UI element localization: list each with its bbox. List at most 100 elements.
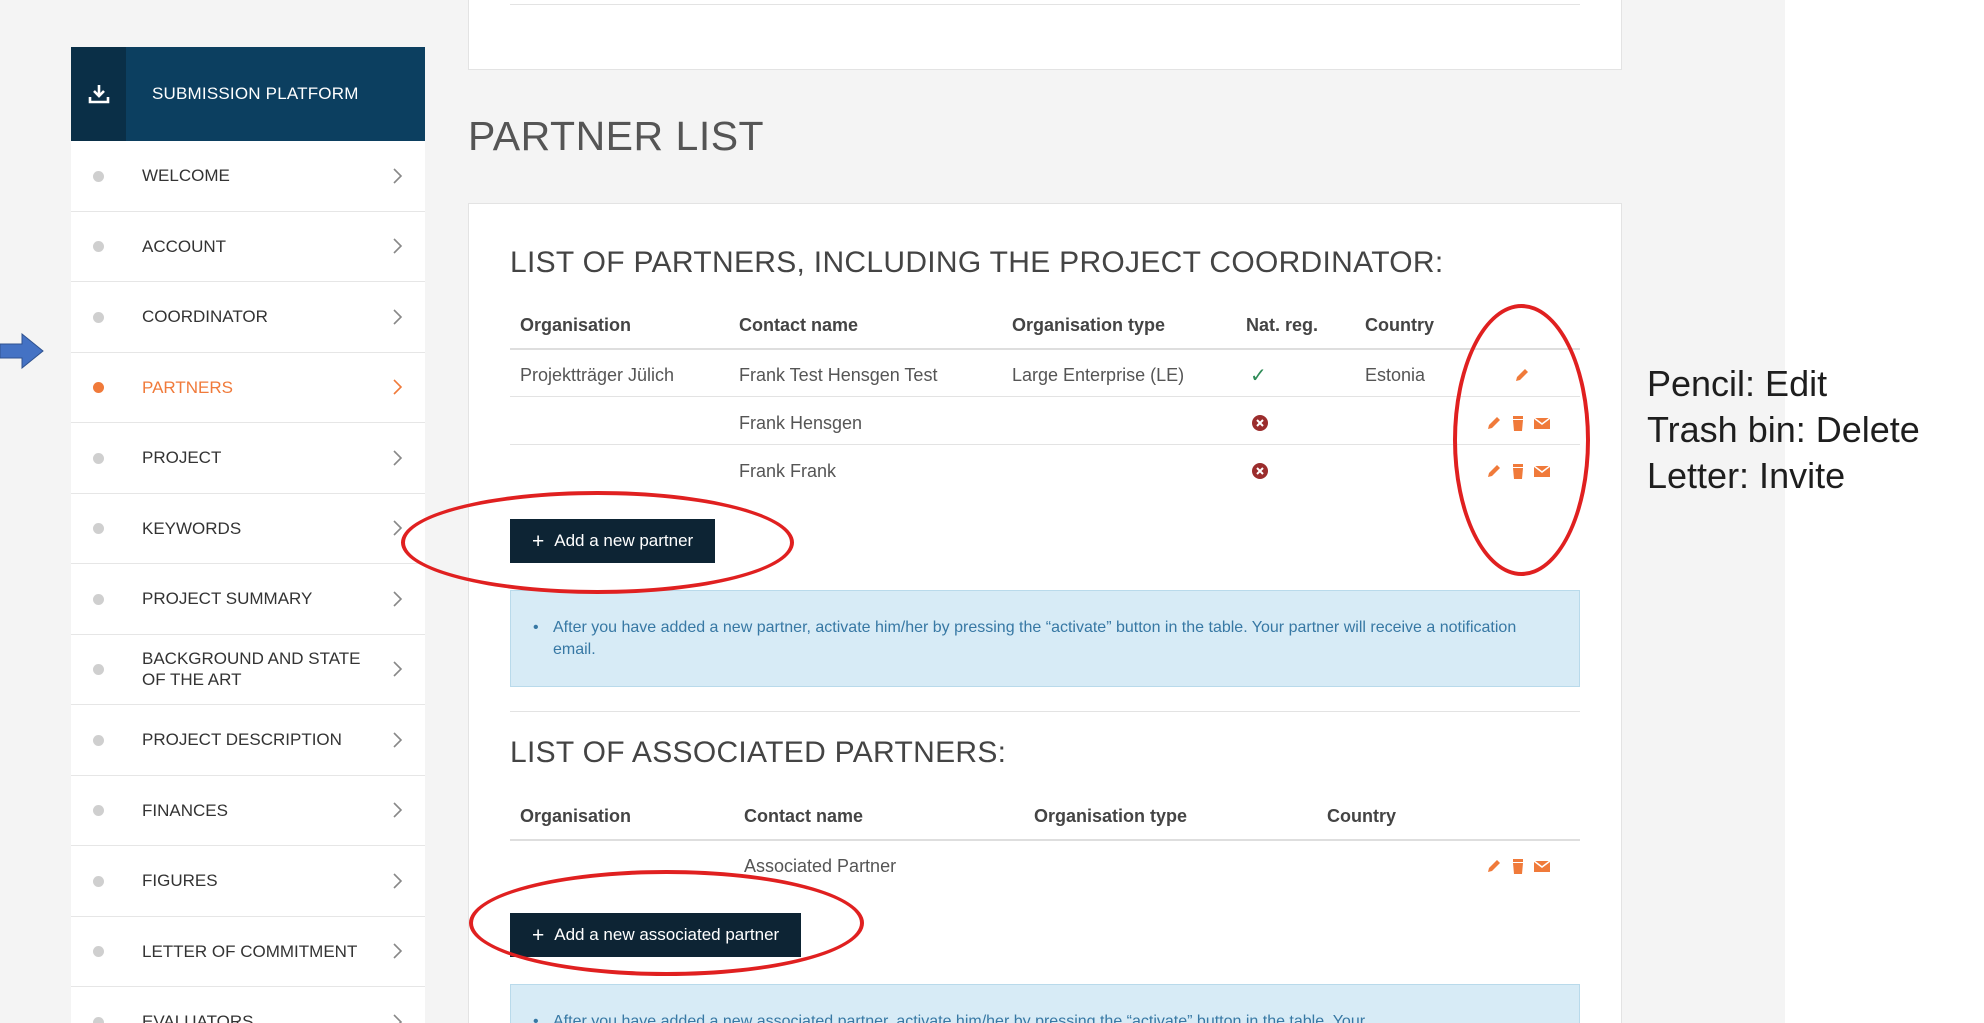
status-dot — [93, 593, 104, 605]
sidebar-item-project-summary[interactable]: PROJECT SUMMARY — [71, 564, 425, 635]
partners-info-box: • After you have added a new partner, ac… — [510, 590, 1580, 687]
status-dot — [93, 523, 104, 535]
pencil-icon[interactable] — [1485, 414, 1503, 432]
sidebar-item-project[interactable]: PROJECT — [71, 423, 425, 494]
sidebar-item-label: PROJECT SUMMARY — [142, 589, 313, 609]
add-partner-button[interactable]: + Add a new partner — [510, 519, 716, 563]
envelope-icon[interactable] — [1533, 857, 1551, 875]
sidebar-header: SUBMISSION PLATFORM — [71, 47, 425, 141]
legend-line: Pencil: Edit — [1647, 363, 1828, 404]
sidebar-item-welcome[interactable]: WELCOME — [71, 141, 425, 212]
icon-legend: Pencil: Edit Trash bin: Delete Letter: I… — [1647, 361, 1920, 499]
chevron-right-icon — [393, 661, 403, 677]
status-dot — [93, 311, 104, 323]
sidebar-item-label: COORDINATOR — [142, 307, 268, 327]
sidebar-item-label: PROJECT — [142, 448, 222, 468]
check-icon: ✓ — [1250, 365, 1267, 387]
sidebar-item-label: KEYWORDS — [142, 518, 242, 538]
sidebar-title: SUBMISSION PLATFORM — [152, 84, 359, 103]
chevron-right-icon — [393, 1014, 403, 1023]
partners-section-title: LIST OF PARTNERS, INCLUDING THE PROJECT … — [510, 246, 1444, 279]
associated-section-title: LIST OF ASSOCIATED PARTNERS: — [510, 736, 1007, 769]
sidebar-item-label: WELCOME — [142, 166, 230, 186]
chevron-right-icon — [393, 168, 403, 184]
associated-info-box: • After you have added a new associated … — [510, 984, 1580, 1023]
arrow-right-icon — [0, 333, 44, 369]
partner-list-card: LIST OF PARTNERS, INCLUDING THE PROJECT … — [468, 203, 1622, 1023]
chevron-right-icon — [393, 591, 403, 607]
sidebar-item-label: BACKGROUND AND STATE OF THE ART — [142, 649, 361, 690]
sidebar-item-partners[interactable]: PARTNERS — [71, 353, 425, 423]
sidebar-item-label: PARTNERS — [142, 377, 234, 397]
sidebar-item-account[interactable]: ACCOUNT — [71, 212, 425, 282]
plus-icon: + — [532, 529, 545, 553]
trash-icon[interactable] — [1509, 462, 1527, 480]
column-header-contact-name: Contact name — [744, 806, 864, 826]
status-dot — [93, 946, 104, 958]
column-header-organisation: Organisation — [520, 315, 632, 335]
sidebar-item-background-and-state-of-the-art[interactable]: BACKGROUND AND STATE OF THE ART — [71, 635, 425, 705]
column-header-nat-reg: Nat. reg. — [1246, 315, 1319, 335]
chevron-right-icon — [393, 379, 403, 395]
column-header-organisation-type: Organisation type — [1034, 806, 1188, 826]
column-header-organisation: Organisation — [520, 806, 632, 826]
column-header-country: Country — [1365, 315, 1434, 335]
envelope-icon[interactable] — [1533, 462, 1551, 480]
chevron-right-icon — [393, 309, 403, 325]
chevron-right-icon — [393, 802, 403, 818]
sidebar-item-label: LETTER OF COMMITMENT — [142, 941, 358, 961]
pencil-icon[interactable] — [1485, 462, 1503, 480]
sidebar-item-coordinator[interactable]: COORDINATOR — [71, 282, 425, 353]
sidebar-item-label: ACCOUNT — [142, 236, 227, 256]
sidebar-item-label: FINANCES — [142, 800, 228, 820]
add-partner-label: Add a new partner — [554, 531, 694, 550]
plus-icon: + — [532, 923, 545, 947]
status-dot — [93, 382, 104, 394]
page-title: PARTNER LIST — [468, 113, 765, 159]
column-header-organisation-type: Organisation type — [1012, 315, 1166, 335]
associated-info-text: After you have added a new associated pa… — [553, 1013, 1366, 1023]
sidebar-item-label: PROJECT DESCRIPTION — [142, 730, 342, 750]
sidebar: SUBMISSION PLATFORM WELCOME ACCOUNT COORDI… — [71, 47, 425, 1023]
cell-contact-name: Associated Partner — [744, 856, 897, 876]
sidebar-item-letter-of-commitment[interactable]: LETTER OF COMMITMENT — [71, 917, 425, 987]
chevron-right-icon — [393, 943, 403, 959]
download-icon — [71, 47, 126, 141]
sidebar-item-project-description[interactable]: PROJECT DESCRIPTION — [71, 705, 425, 776]
chevron-right-icon — [393, 732, 403, 748]
status-dot — [93, 664, 104, 676]
pencil-icon[interactable] — [1485, 857, 1503, 875]
chevron-right-icon — [393, 450, 403, 466]
sidebar-item-finances[interactable]: FINANCES — [71, 776, 425, 846]
sidebar-item-keywords[interactable]: KEYWORDS — [71, 494, 425, 564]
status-dot — [93, 170, 104, 182]
legend-line: Trash bin: Delete — [1647, 409, 1920, 450]
cell-contact-name: Frank Frank — [739, 461, 837, 481]
add-associated-partner-button[interactable]: + Add a new associated partner — [510, 913, 802, 957]
chevron-right-icon — [393, 873, 403, 889]
sidebar-item-figures[interactable]: FIGURES — [71, 846, 425, 917]
legend-line: Letter: Invite — [1647, 455, 1846, 496]
column-header-country: Country — [1327, 806, 1396, 826]
cell-country: Estonia — [1365, 365, 1426, 385]
partners-info-text: After you have added a new partner, acti… — [553, 619, 1517, 658]
status-dot — [93, 452, 104, 464]
sidebar-item-label: EVALUATORS — [142, 1012, 254, 1023]
cell-organisation-type: Large Enterprise (LE) — [1012, 365, 1185, 385]
envelope-icon[interactable] — [1533, 414, 1551, 432]
cell-contact-name: Frank Hensgen — [739, 413, 863, 433]
sidebar-item-evaluators[interactable]: EVALUATORS — [71, 987, 425, 1023]
status-dot — [93, 241, 104, 253]
pencil-icon[interactable] — [1513, 366, 1531, 384]
cell-contact-name: Frank Test Hensgen Test — [739, 365, 938, 385]
trash-icon[interactable] — [1509, 857, 1527, 875]
sidebar-item-label: FIGURES — [142, 871, 218, 891]
trash-icon[interactable] — [1509, 414, 1527, 432]
column-header-contact-name: Contact name — [739, 315, 859, 335]
previous-section-card — [468, 0, 1622, 70]
status-dot — [93, 734, 104, 746]
status-dot — [93, 805, 104, 817]
cross-circle-icon — [1252, 415, 1268, 431]
cross-circle-icon — [1252, 463, 1268, 479]
chevron-right-icon — [393, 238, 403, 254]
